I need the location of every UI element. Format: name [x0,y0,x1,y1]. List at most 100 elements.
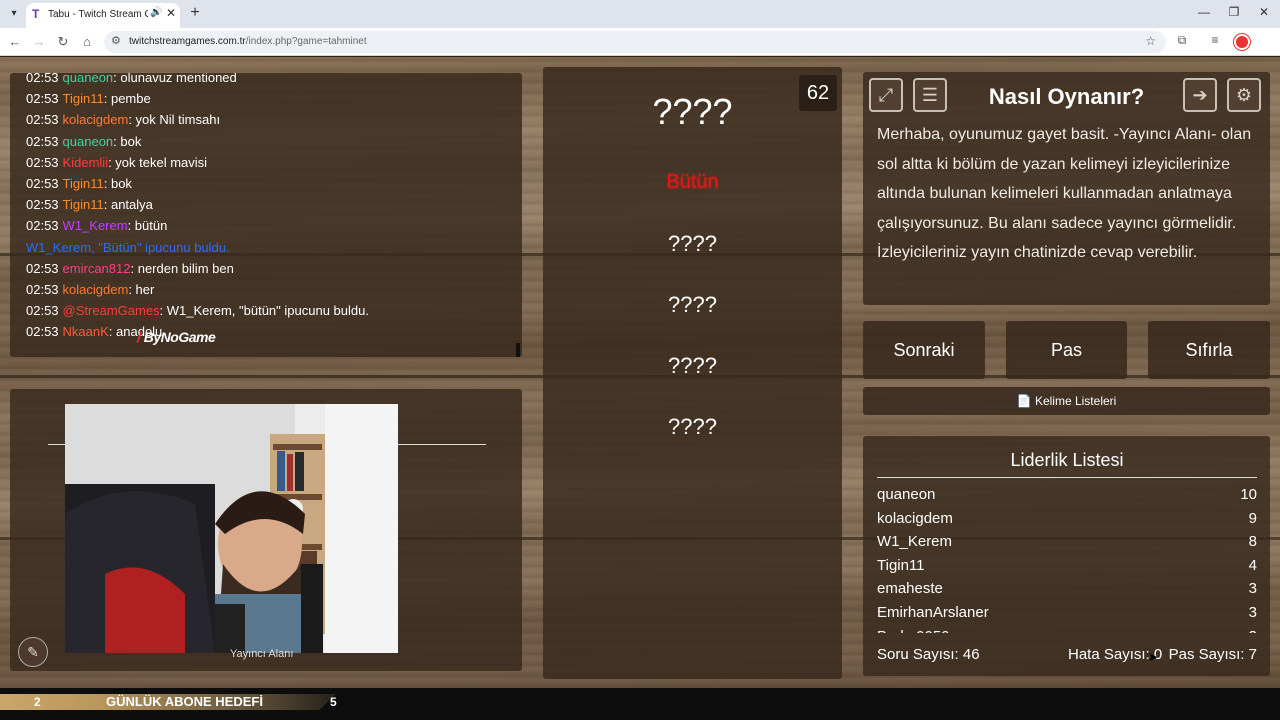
chat-message: 02:53 @StreamGames: W1_Kerem, "bütün" ipu… [26,300,522,321]
site-info-icon[interactable]: ⚙ [111,34,121,47]
leaderboard-row: EmirhanArslaner 3 [877,601,1257,625]
leaderboard-list[interactable]: quaneon 10 kolacigdem 9 W1_Kerem 8 Tigin11 4 ema… [877,483,1257,633]
reading-list-icon[interactable]: ≡ [1206,33,1224,47]
chat-username[interactable]: Tigin11 [63,197,104,212]
chat-scrollbar[interactable] [516,343,520,357]
url-path: /index.php?game=tahminet [245,36,367,47]
chat-message: 02:53 Kidemlii: yok tekel mavisi [26,152,522,173]
browser-tab[interactable]: T Tabu - Twitch Stream Games 🔊 ✕ [26,3,180,28]
exit-icon[interactable]: ➔ [1183,78,1217,112]
chat-text: : W1_Kerem, "bütün" ipucunu buldu. [159,303,369,319]
pencil-edit-icon[interactable]: ✎ [18,637,48,667]
leaderboard-name: W1_Kerem [877,533,953,551]
url-field[interactable]: ⚙ twitchstreamgames.com.tr/index.php?gam… [104,31,1166,53]
browser-tab-bar: ▾ T Tabu - Twitch Stream Games 🔊 ✕ + — ❐… [0,0,1280,28]
home-icon[interactable]: ⌂ [78,33,96,51]
chat-username[interactable]: quaneon [63,73,114,85]
chat-username[interactable]: @StreamGames [63,303,160,318]
chat-time: 02:53 [26,133,59,149]
taboo-word: ???? [668,414,717,439]
chat-text: : olunavuz mentioned [113,73,237,85]
chat-panel: 02:53 quaneon: olunavuz mentioned 02:53 Tig… [10,73,522,357]
chat-username[interactable]: quaneon [63,134,114,149]
pass-button[interactable]: Pas [1006,321,1127,379]
close-tab-icon[interactable]: ✕ [166,6,176,20]
leaderboard-score: 8 [1248,533,1257,551]
chat-time: 02:53 [26,154,59,170]
chat-time: 02:53 [26,260,59,276]
webcam-video [65,404,398,653]
found-hint-word: Bütün [666,171,719,193]
chat-text: : yok Nil timsahı [128,112,221,128]
restore-icon[interactable]: ❐ [1224,5,1244,19]
chat-username[interactable]: kolacigdem [63,282,129,297]
subscriber-goal-bar: 2 GÜNLÜK ABONE HEDEFİ 5 [0,688,1280,720]
streamer-area: Yayıncı Alanı ✎ [10,389,522,671]
chat-username[interactable]: Tigin11 [63,91,104,106]
chat-message: 02:53 NkaanK: anadolu [26,321,522,342]
taboo-word: ???? [668,231,717,256]
chat-time: 02:53 [26,324,59,340]
word-lists-button[interactable]: 📄 Kelime Listeleri [863,387,1270,415]
next-button[interactable]: Sonraki [863,321,985,379]
chat-username[interactable]: emircan812 [63,261,131,276]
goal-current: 2 [34,695,41,709]
chat-username[interactable]: NkaanK [63,324,109,339]
leaderboard-score: 4 [1248,556,1257,574]
chat-time: 02:53 [26,91,59,107]
leaderboard-row: Tigin11 4 [877,554,1257,578]
speaker-icon[interactable]: 🔊 [150,7,162,18]
leaderboard-row: Berke0059 3 [877,625,1257,633]
settings-gear-icon[interactable]: ⚙ [1227,78,1261,112]
leaderboard-score: 3 [1249,625,1257,633]
bookmark-star-icon[interactable]: ☆ [1145,34,1156,48]
leaderboard-score: 9 [1248,509,1257,527]
bynogame-logo: / ByNoGame [137,329,216,345]
twitch-favicon-icon: T [32,7,40,21]
profile-avatar-icon[interactable] [1234,34,1250,50]
tab-search-icon[interactable]: ▾ [6,6,22,22]
how-to-play-panel: ⤢ ☰ Nasıl Oynanır? ➔ ⚙ Merhaba, oyunumuz… [863,72,1270,305]
address-bar: ← → ↻ ⌂ ⚙ twitchstreamgames.com.tr/index… [0,28,1280,56]
taboo-card: 62 ???? Bütün ???? ???? ???? ???? [543,67,842,679]
chat-lines: 02:53 quaneon: olunavuz mentioned 02:53 Tig… [26,73,522,342]
new-tab-button[interactable]: + [186,4,204,22]
leaderboard-row: quaneon 10 [877,483,1257,507]
main-word: ???? [652,91,733,132]
tab-title: Tabu - Twitch Stream Games [48,9,148,20]
chat-username[interactable]: W1_Kerem [63,218,128,233]
chat-time: 02:53 [26,175,59,191]
forward-icon[interactable]: → [30,33,48,51]
chat-text: : bok [113,133,142,149]
chat-text: W1_Kerem, "Bütün" ipucunu buldu. [26,239,230,255]
close-window-icon[interactable]: ✕ [1254,5,1274,19]
chat-time: 02:53 [26,218,59,234]
chat-username[interactable]: kolacigdem [63,112,129,127]
pass-count: Pas Sayısı: 7 [1168,646,1257,663]
url-host: twitchstreamgames.com.tr [129,36,246,47]
leaderboard-score: 10 [1240,486,1257,503]
chat-time: 02:53 [26,281,59,297]
chat-message: 02:53 Tigin11: bok [26,173,522,194]
chat-time: 02:53 [26,303,59,319]
chat-message: W1_Kerem, "Bütün" ipucunu buldu. [26,237,522,258]
reload-icon[interactable]: ↻ [54,33,72,51]
game-stage: 02:53 quaneon: olunavuz mentioned 02:53 Tig… [0,57,1280,688]
reset-button[interactable]: Sıfırla [1148,321,1270,379]
list-icon: 📄 [1016,394,1032,408]
extensions-icon[interactable]: ⧉ [1173,33,1191,48]
minimize-icon[interactable]: — [1194,5,1214,19]
chat-text: : bütün [127,218,168,234]
mouse-cursor-icon: ➤ [1148,650,1159,664]
chat-message: 02:53 kolacigdem: yok Nil timsahı [26,109,522,130]
leaderboard-title: Liderlik Listesi [877,450,1257,478]
chat-message: 02:53 Tigin11: antalya [26,194,522,215]
chat-username[interactable]: Kidemlii [63,155,109,170]
word-lists-label: Kelime Listeleri [1034,394,1117,408]
leaderboard-score: 3 [1248,580,1257,598]
leaderboard-name: EmirhanArslaner [877,603,989,621]
chat-text: : yok tekel mavisi [108,154,208,170]
chat-username[interactable]: Tigin11 [63,176,104,191]
back-icon[interactable]: ← [6,33,24,51]
question-count: Soru Sayısı: 46 [877,646,980,663]
